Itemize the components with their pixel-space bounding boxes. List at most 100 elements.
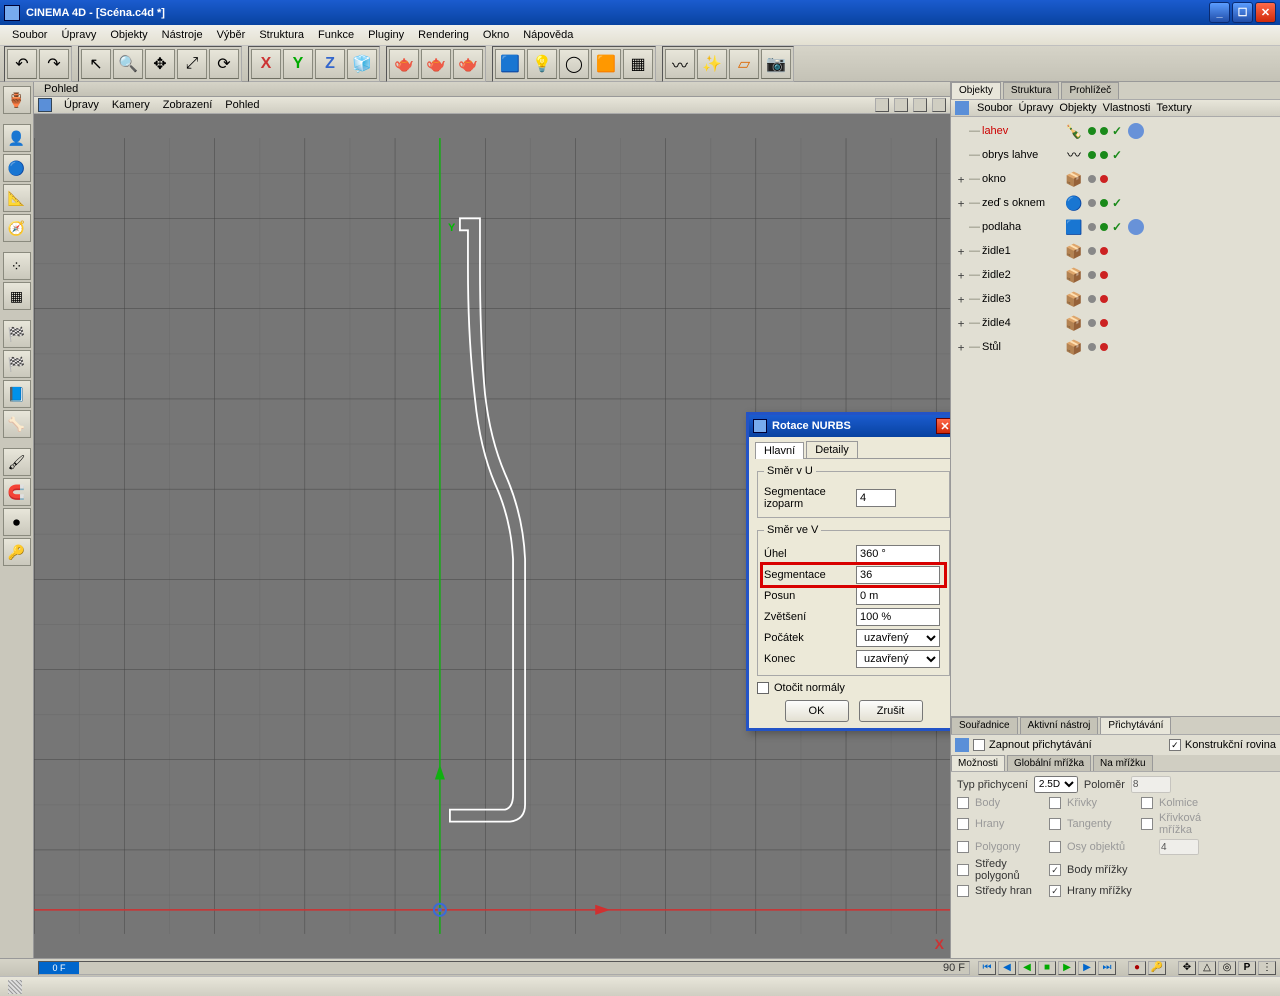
uvw-icon[interactable]: 📘 — [3, 380, 31, 408]
visibility-dot[interactable] — [1100, 271, 1108, 279]
snap-checkbox[interactable] — [1049, 797, 1061, 809]
step-fwd-button[interactable]: ▶ — [1078, 961, 1096, 975]
scale-icon[interactable]: ⤢ — [177, 49, 207, 79]
select-typ-prichyceni[interactable]: 2.5D — [1034, 776, 1078, 793]
environment-icon[interactable]: ✨ — [697, 49, 727, 79]
object-name[interactable]: židle1 — [982, 245, 1062, 257]
snap-checkbox[interactable] — [957, 885, 969, 897]
expand-icon[interactable]: + — [955, 173, 967, 186]
tab-aktivni-nastroj[interactable]: Aktivní nástroj — [1020, 717, 1099, 734]
record-button[interactable]: ● — [1128, 961, 1146, 975]
object-row[interactable]: +—židle4📦 — [951, 311, 1280, 335]
expand-icon[interactable] — [955, 125, 967, 138]
object-tree[interactable]: —lahev🍾✓ —obrys lahve〰✓+—okno📦+—zeď s ok… — [951, 117, 1280, 716]
array-icon[interactable]: ▦ — [623, 49, 653, 79]
menu-vyber[interactable]: Výběr — [211, 27, 252, 43]
visibility-dot[interactable] — [1088, 295, 1096, 303]
render-icon[interactable]: 🫖 — [389, 49, 419, 79]
menu-upravy[interactable]: Úpravy — [55, 27, 102, 43]
dialog-tab-detaily[interactable]: Detaily — [806, 441, 858, 458]
view-layout-icon[interactable] — [932, 98, 946, 112]
menu-objekty[interactable]: Objekty — [104, 27, 153, 43]
redo-icon[interactable]: ↷ — [39, 49, 69, 79]
object-mode-icon[interactable]: 🔵 — [3, 154, 31, 182]
snap-checkbox[interactable] — [1141, 797, 1153, 809]
stop-button[interactable]: ■ — [1038, 961, 1056, 975]
omgr-menu-upravy[interactable]: Úpravy — [1018, 102, 1053, 114]
input-zvetseni[interactable] — [856, 608, 940, 626]
object-name[interactable]: židle2 — [982, 269, 1062, 281]
omgr-menu-textury[interactable]: Textury — [1156, 102, 1191, 114]
menu-funkce[interactable]: Funkce — [312, 27, 360, 43]
select-konec[interactable]: uzavřený — [856, 650, 940, 668]
lathe-icon[interactable]: 🏺 — [3, 86, 31, 114]
omgr-menu-vlastnosti[interactable]: Vlastnosti — [1103, 102, 1151, 114]
select-pocatek[interactable]: uzavřený — [856, 629, 940, 647]
menu-rendering[interactable]: Rendering — [412, 27, 475, 43]
object-name[interactable]: Stůl — [982, 341, 1062, 353]
visibility-dot[interactable] — [1100, 151, 1108, 159]
checkbox-otocit-normaly[interactable] — [757, 682, 769, 694]
object-row[interactable]: —obrys lahve〰✓ — [951, 143, 1280, 167]
menu-soubor[interactable]: Soubor — [6, 27, 53, 43]
visibility-dot[interactable] — [1100, 223, 1108, 231]
snap-checkbox[interactable] — [1049, 818, 1061, 830]
checkbox-konstrukcni-rovina[interactable]: ✓ — [1169, 739, 1181, 751]
pointer-icon[interactable]: ↖ — [81, 49, 111, 79]
snap-checkbox[interactable] — [957, 818, 969, 830]
input-uhel[interactable] — [856, 545, 940, 563]
tab-moznosti[interactable]: Možnosti — [951, 755, 1005, 771]
snap-checkbox[interactable] — [1049, 841, 1061, 853]
viewmenu-upravy[interactable]: Úpravy — [59, 98, 104, 112]
visibility-dot[interactable] — [1100, 199, 1108, 207]
autokey-button[interactable]: 🔑 — [1148, 961, 1166, 975]
viewmenu-pohled[interactable]: Pohled — [220, 98, 264, 112]
track-rotate-icon[interactable]: ◎ — [1218, 961, 1236, 975]
edges-mode-icon[interactable]: ▦ — [3, 282, 31, 310]
expand-icon[interactable] — [955, 149, 967, 162]
object-row[interactable]: +—židle1📦 — [951, 239, 1280, 263]
object-name[interactable]: obrys lahve — [982, 149, 1062, 161]
expand-icon[interactable]: + — [955, 317, 967, 330]
tab-souradnice[interactable]: Souřadnice — [951, 717, 1018, 734]
menu-okno[interactable]: Okno — [477, 27, 515, 43]
floor-icon[interactable]: ▱ — [729, 49, 759, 79]
play-back-button[interactable]: ◀ — [1018, 961, 1036, 975]
record-icon[interactable]: ⏺ — [3, 508, 31, 536]
track-option-icon[interactable]: ⋮ — [1258, 961, 1276, 975]
minimize-button[interactable]: _ — [1209, 2, 1230, 23]
object-row[interactable]: +—židle3📦 — [951, 287, 1280, 311]
bone-icon[interactable]: 🦴 — [3, 410, 31, 438]
object-name[interactable]: zeď s oknem — [982, 197, 1062, 209]
object-row[interactable]: —podlaha🟦✓ — [951, 215, 1280, 239]
camera-icon[interactable]: 📷 — [761, 49, 791, 79]
visibility-dot[interactable] — [1100, 319, 1108, 327]
object-name[interactable]: židle4 — [982, 317, 1062, 329]
snap-checkbox[interactable] — [957, 864, 969, 876]
rotate-icon[interactable]: ⟳ — [209, 49, 239, 79]
input-seg-izoparm[interactable] — [856, 489, 896, 507]
visibility-dot[interactable] — [1100, 127, 1108, 135]
tag-icon[interactable] — [1128, 219, 1144, 235]
track-move-icon[interactable]: ✥ — [1178, 961, 1196, 975]
dialog-close-button[interactable]: ✕ — [936, 418, 950, 434]
input-posun[interactable] — [856, 587, 940, 605]
snap-checkbox[interactable] — [1141, 818, 1153, 830]
magnet-icon[interactable]: 🧲 — [3, 478, 31, 506]
snap-checkbox[interactable] — [957, 797, 969, 809]
view-rotate-icon[interactable] — [913, 98, 927, 112]
model-mode-icon[interactable]: 👤 — [3, 124, 31, 152]
viewmenu-zobrazeni[interactable]: Zobrazení — [158, 98, 218, 112]
visibility-dot[interactable] — [1100, 247, 1108, 255]
dialog-tab-hlavni[interactable]: Hlavní — [755, 442, 804, 459]
visibility-dot[interactable] — [1088, 175, 1096, 183]
timeline[interactable]: 0 F 90 F — [38, 961, 970, 975]
object-name[interactable]: židle3 — [982, 293, 1062, 305]
omgr-menu-objekty[interactable]: Objekty — [1059, 102, 1096, 114]
play-button[interactable]: ▶ — [1058, 961, 1076, 975]
expand-icon[interactable] — [955, 221, 967, 234]
undo-icon[interactable]: ↶ — [7, 49, 37, 79]
goto-end-button[interactable]: ⏭ — [1098, 961, 1116, 975]
object-name[interactable]: okno — [982, 173, 1062, 185]
light-icon[interactable]: 💡 — [527, 49, 557, 79]
